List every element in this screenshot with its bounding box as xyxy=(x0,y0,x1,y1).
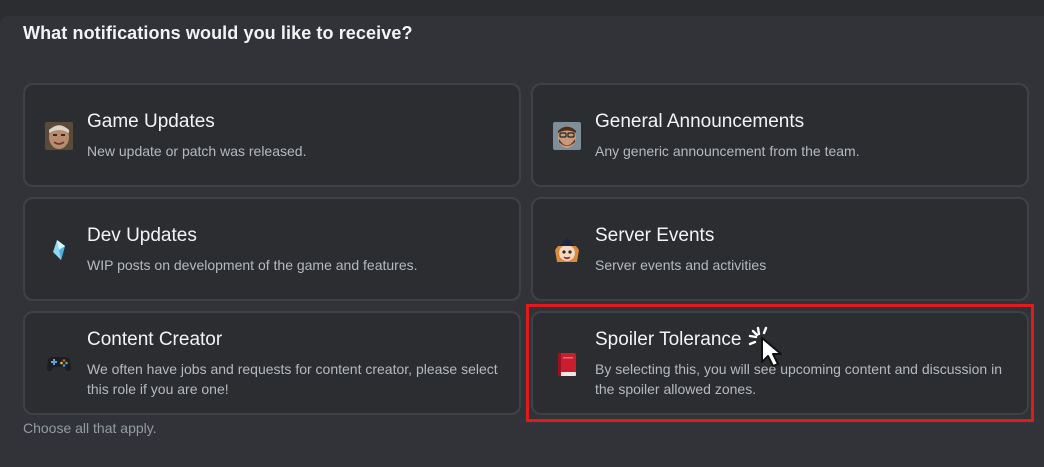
gamepad-icon xyxy=(45,350,73,378)
option-dev-updates[interactable]: Dev Updates WIP posts on development of … xyxy=(23,197,521,301)
option-title: General Announcements xyxy=(595,111,805,132)
question-heading: What notifications would you like to rec… xyxy=(23,23,413,43)
option-title: Spoiler Tolerance xyxy=(595,329,742,350)
option-description: Any generic announcement from the team. xyxy=(595,143,860,159)
option-description: New update or patch was released. xyxy=(87,143,307,159)
option-title: Game Updates xyxy=(87,111,215,132)
option-description: We often have jobs and requests for cont… xyxy=(87,361,498,397)
option-title: Server Events xyxy=(595,225,715,246)
crystal-icon xyxy=(45,236,73,264)
red-book-icon xyxy=(553,350,581,378)
option-server-events[interactable]: Server Events Server events and activiti… xyxy=(531,197,1029,301)
old-man-face-icon xyxy=(45,122,73,150)
option-title: Content Creator xyxy=(87,329,223,350)
bearded-man-face-icon xyxy=(553,122,581,150)
option-general-announcements[interactable]: General Announcements Any generic announ… xyxy=(531,83,1029,187)
option-title: Dev Updates xyxy=(87,225,197,246)
choose-hint: Choose all that apply. xyxy=(23,420,157,436)
option-game-updates[interactable]: Game Updates New update or patch was rel… xyxy=(23,83,521,187)
anime-character-icon xyxy=(553,236,581,264)
option-description: Server events and activities xyxy=(595,257,767,273)
option-content-creator[interactable]: Content Creator We often have jobs and r… xyxy=(23,311,521,415)
option-description: By selecting this, you will see upcoming… xyxy=(595,361,1002,397)
option-spoiler-tolerance[interactable]: Spoiler Tolerance By selecting this, you… xyxy=(531,311,1029,415)
option-description: WIP posts on development of the game and… xyxy=(87,257,418,273)
